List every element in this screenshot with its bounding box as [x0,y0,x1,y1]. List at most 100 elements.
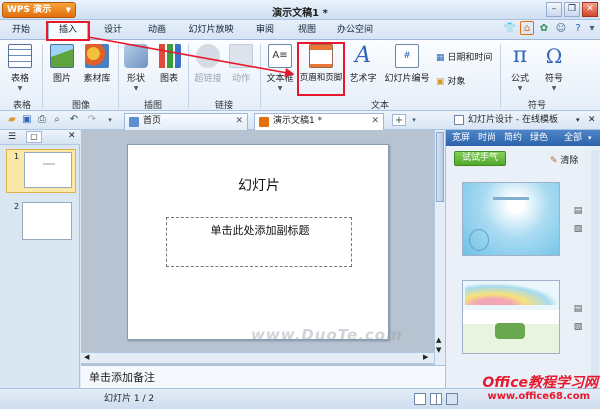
slide-title[interactable]: 幻灯片 [128,175,390,195]
user-icon[interactable]: ☺ [554,22,568,36]
picture-icon [50,44,74,68]
help-icon[interactable]: ? [571,22,585,36]
slide-design-panel: 宽屏 时尚 简约 绿色 全部 ▾ 试试手气 ✎ 清除 ▤ ▧ ▤ ▧ [445,130,600,388]
slide-number-button[interactable]: # 幻灯片编号 [384,44,430,84]
close-icon[interactable]: ✕ [68,131,76,141]
formula-button[interactable]: π 公式 ▼ [506,43,534,93]
window-controls: – ❐ ✕ [544,2,598,18]
open-folder-icon[interactable]: ▰ [6,114,18,126]
hyperlink-button[interactable]: 超链接 [192,44,224,84]
thumbnail-slide-2[interactable] [22,202,72,240]
clipart-library-button[interactable]: 素材库 [82,44,112,84]
slides-view-icon[interactable]: ▢ [26,131,42,143]
tab-home[interactable]: 开始 [4,23,38,39]
close-icon[interactable]: ✕ [588,111,596,130]
horizontal-scrollbar[interactable]: ◀ ▶ [81,352,434,363]
sorter-view-icon[interactable] [430,393,442,405]
close-icon[interactable]: ✕ [235,114,243,129]
scroll-thumb[interactable] [436,132,444,202]
scroll-right-icon[interactable]: ▶ [423,353,428,361]
apply-template-icon[interactable]: ▤ [572,304,584,316]
new-tab-icon[interactable]: + [392,114,406,126]
tab-review[interactable]: 审阅 [250,23,280,39]
object-button[interactable]: ▣ 对象 [436,74,465,87]
category-green[interactable]: 绿色 [530,130,548,146]
table-button[interactable]: 表格 ▼ [6,44,34,92]
category-widescreen[interactable]: 宽屏 [452,130,470,146]
chart-button[interactable]: 图表 [156,44,182,84]
group-label-text: 文本 [370,101,389,111]
slideshow-view-icon[interactable] [446,393,458,405]
tab-view[interactable]: 视图 [292,23,322,39]
picture-button[interactable]: 图片 [48,44,76,84]
chevron-down-icon[interactable]: ▾ [408,114,420,126]
thumbnail-panel-header: ☰ ▢ ✕ [0,130,80,145]
presentation-icon [259,117,269,127]
green-app-icon[interactable]: ✿ [537,22,551,36]
chevron-down-icon[interactable]: ▾ [588,130,592,146]
tab-animation[interactable]: 动画 [140,23,174,39]
textbox-button[interactable]: A≡ 文本框 ▼ [264,44,296,92]
shirt-skin-icon[interactable]: 👕 [503,22,517,36]
try-luck-button[interactable]: 试试手气 [454,151,506,166]
category-simple[interactable]: 简约 [504,130,522,146]
tab-design[interactable]: 设计 [96,23,130,39]
scroll-left-icon[interactable]: ◀ [84,353,89,361]
home-icon[interactable]: ⌂ [520,21,534,35]
calendar-icon: ▦ [436,53,445,63]
template-thumbnail-garden[interactable] [462,280,560,354]
tab-home-page[interactable]: 首页 ✕ [124,113,248,130]
subtitle-placeholder-box[interactable]: 单击此处添加副标题 [166,217,352,267]
print-preview-icon[interactable]: ⌕ [51,114,63,126]
wordart-button[interactable]: A 艺术字 [348,44,378,85]
thumbnail-slide-1[interactable] [24,152,72,188]
save-icon[interactable]: ▣ [21,114,33,126]
print-icon[interactable]: ⎙ [36,114,48,126]
slide-number-icon: # [395,44,419,68]
panel-scrollbar[interactable] [591,150,599,380]
vertical-scrollbar[interactable]: ▲ ▼ [434,130,445,365]
preview-template-icon[interactable]: ▧ [572,224,584,236]
restore-button[interactable]: ❐ [564,2,580,17]
apply-template-icon[interactable]: ▤ [572,206,584,218]
undo-icon[interactable]: ↶ [68,114,80,126]
scroll-down-icon[interactable]: ▼ [436,346,441,354]
clipart-icon [85,44,109,68]
close-button[interactable]: ✕ [582,2,598,17]
scroll-up-icon[interactable]: ▲ [436,336,441,344]
tab-presentation-1[interactable]: 演示文稿1 * ✕ [254,113,384,130]
normal-view-icon[interactable] [414,393,426,405]
category-fashion[interactable]: 时尚 [478,130,496,146]
chevron-down-icon[interactable]: ▾ [104,114,116,126]
watermark-text: www.DuoTe.com [251,326,403,344]
chevron-down-icon[interactable]: ▾ [588,22,596,36]
divider [188,44,189,108]
chevron-down-icon[interactable]: ▾ [576,111,580,130]
notes-pane[interactable]: 单击添加备注 [81,365,445,388]
action-button[interactable]: 动作 [228,44,254,84]
chevron-down-icon: ▼ [551,85,557,92]
pi-icon: π [512,43,528,68]
slide-editing-canvas[interactable]: 幻灯片 单击此处添加副标题 www.DuoTe.com [81,130,434,365]
site-branding-url: www.office68.com [487,391,590,402]
shape-button[interactable]: 形状 ▼ [122,44,150,92]
preview-template-icon[interactable]: ▧ [572,322,584,334]
close-icon[interactable]: ✕ [371,114,379,129]
symbol-button[interactable]: Ω 符号 ▼ [540,44,568,92]
textbox-icon: A≡ [268,44,292,68]
current-slide[interactable]: 幻灯片 单击此处添加副标题 [127,144,389,340]
tab-office-space[interactable]: 办公空间 [332,23,378,39]
tab-slideshow[interactable]: 幻灯片放映 [182,23,240,39]
redo-icon[interactable]: ↷ [86,114,98,126]
minimize-button[interactable]: – [546,2,562,17]
datetime-button[interactable]: ▦ 日期和时间 [436,50,492,63]
site-branding: Office教程学习网 [482,375,598,391]
divider [500,44,501,108]
wps-presentation-window: WPS 演示 ▼ 演示文稿1 * – ❐ ✕ 开始 插入 设计 动画 幻灯片放映 审… [0,0,600,409]
clear-button[interactable]: ✎ 清除 [550,153,578,166]
template-thumbnail-blue[interactable] [462,182,560,256]
template-rainbow-decor [465,283,559,305]
category-all[interactable]: 全部 [564,130,582,146]
thumbnail-number: 2 [14,202,20,211]
outline-view-icon[interactable]: ☰ [8,132,16,142]
